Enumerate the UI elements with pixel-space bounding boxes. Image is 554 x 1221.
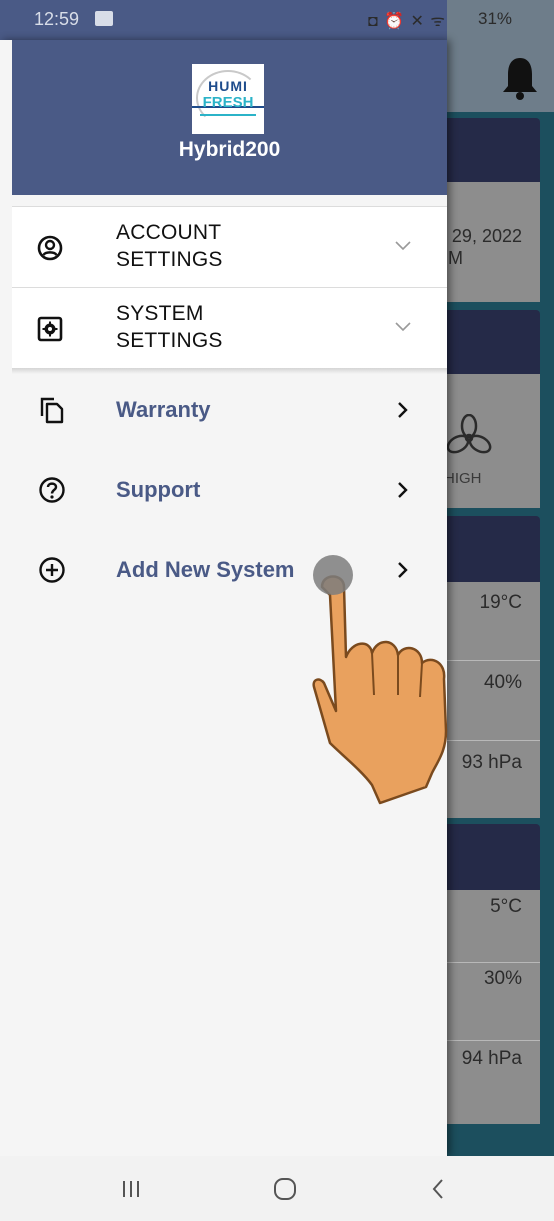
status-bar-right: 31% [447,0,554,40]
notification-bell-icon[interactable] [500,54,540,102]
support-label: Support [116,477,201,502]
back-icon[interactable] [424,1174,454,1204]
fan-level-text: HIGH [444,470,482,487]
system-settings-icon [37,316,63,342]
status-time: 12:59 [34,9,80,29]
system-settings-row[interactable]: SYSTEM SETTINGS [12,287,447,369]
indoor-temp: 19°C [479,592,522,613]
logo-text-fresh: FRESH [202,94,254,111]
copy-document-icon [40,397,64,424]
recent-apps-icon[interactable] [116,1174,146,1204]
chevron-right-icon [398,402,408,418]
account-circle-icon [37,235,63,261]
status-bar: 12:59 ◘ ⏰ ✕ ᯤ ıl [0,0,460,40]
chevron-right-icon [398,482,408,498]
system-navigation-bar [0,1156,554,1221]
logo-text-humi: HUMI [208,78,248,94]
date-text: 29, 2022 [451,226,522,246]
drawer-header: HUMI FRESH Hybrid200 [12,40,447,195]
account-settings-row[interactable]: ACCOUNT SETTINGS [12,206,447,288]
home-icon[interactable] [270,1174,300,1204]
help-circle-icon [39,477,65,503]
date-text-line2: M [448,248,463,268]
warranty-label: Warranty [116,397,211,422]
battery-level: 31% [478,9,513,28]
outdoor-pressure: 94 hPa [461,1048,522,1069]
chevron-down-icon [395,241,411,251]
indoor-humidity: 40% [483,672,522,693]
outdoor-temp: 5°C [490,896,522,917]
navigation-drawer: HUMI FRESH Hybrid200 ACCOUNT SETTINGS SY… [0,40,447,1156]
fan-icon [446,414,492,454]
system-settings-label: SYSTEM SETTINGS [116,302,223,352]
humifresh-logo: HUMI FRESH [192,64,264,134]
nav-item-add-new-system[interactable]: Add New System [0,540,447,600]
outdoor-humidity: 30% [483,968,522,989]
indoor-pressure: 93 hPa [461,752,522,773]
logo-subline [200,114,256,116]
system-name: Hybrid200 [178,138,281,161]
nav-item-warranty[interactable]: Warranty [0,380,447,440]
gallery-notification-icon [95,11,113,26]
chevron-right-icon [398,562,408,578]
account-settings-label: ACCOUNT SETTINGS [116,221,223,271]
nav-item-support[interactable]: Support [0,460,447,520]
add-circle-icon [39,557,65,583]
chevron-down-icon [395,322,411,332]
settings-shadow [12,368,447,374]
add-new-system-label: Add New System [116,557,295,582]
